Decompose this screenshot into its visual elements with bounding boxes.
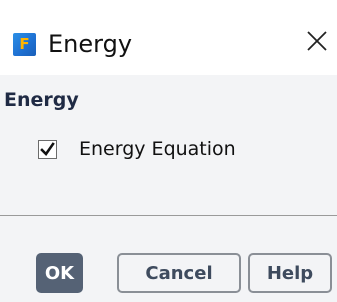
dialog-content: Energy Energy Equation OK Cancel Help — [0, 75, 337, 302]
app-icon-letter: F — [19, 35, 30, 53]
close-icon — [307, 31, 327, 51]
ok-button[interactable]: OK — [36, 253, 83, 293]
cancel-button[interactable]: Cancel — [117, 253, 241, 293]
section-title: Energy — [4, 89, 79, 111]
divider — [0, 215, 337, 216]
help-button[interactable]: Help — [248, 253, 332, 293]
energy-equation-option[interactable]: Energy Equation — [38, 138, 236, 160]
fluent-app-icon: F — [13, 33, 36, 56]
energy-dialog: F Energy Energy Energy Equation OK Cance… — [0, 0, 337, 302]
energy-equation-checkbox[interactable] — [38, 139, 57, 159]
close-button[interactable] — [305, 29, 329, 53]
title-bar: F Energy — [0, 0, 337, 75]
checkmark-icon — [40, 141, 55, 156]
energy-equation-label: Energy Equation — [79, 138, 236, 160]
window-title: Energy — [48, 30, 133, 58]
